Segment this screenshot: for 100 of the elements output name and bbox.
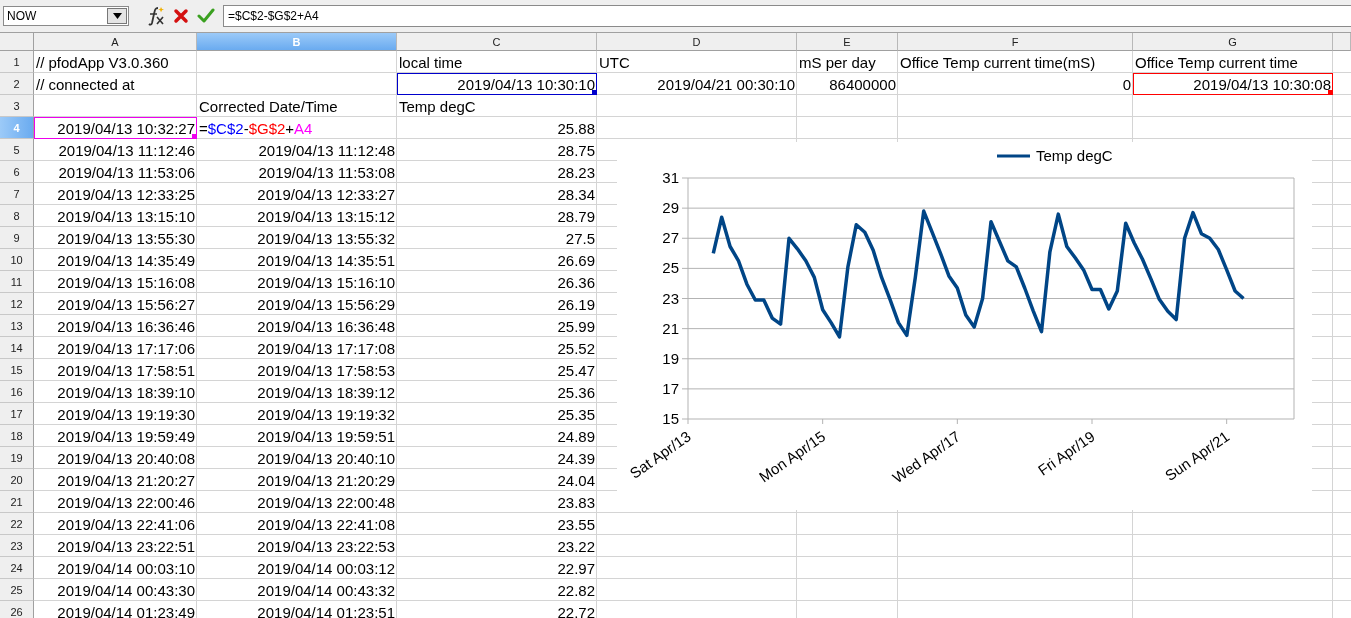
row-header[interactable]: 8 bbox=[0, 205, 34, 227]
table-cell[interactable]: 2019/04/13 19:59:51 bbox=[197, 425, 397, 447]
table-cell[interactable]: 2019/04/13 21:20:29 bbox=[197, 469, 397, 491]
table-cell[interactable]: 2019/04/14 00:43:32 bbox=[197, 579, 397, 601]
table-cell[interactable]: 2019/04/13 17:58:53 bbox=[197, 359, 397, 381]
row-header[interactable]: 2 bbox=[0, 73, 34, 95]
table-cell[interactable]: 26.19 bbox=[397, 293, 597, 315]
table-cell[interactable]: 2019/04/13 18:39:10 bbox=[34, 381, 197, 403]
table-cell[interactable]: Temp degC bbox=[397, 95, 597, 117]
table-cell[interactable]: 2019/04/14 01:23:51 bbox=[197, 601, 397, 618]
table-cell[interactable]: 2019/04/13 16:36:46 bbox=[34, 315, 197, 337]
table-cell[interactable]: 0 bbox=[898, 73, 1133, 95]
table-cell[interactable]: 25.99 bbox=[397, 315, 597, 337]
table-cell[interactable]: 2019/04/13 16:36:48 bbox=[197, 315, 397, 337]
table-cell[interactable]: 2019/04/13 23:22:53 bbox=[197, 535, 397, 557]
row-header[interactable]: 26 bbox=[0, 601, 34, 618]
table-cell[interactable]: mS per day bbox=[797, 51, 898, 73]
table-cell[interactable]: 2019/04/13 15:56:29 bbox=[197, 293, 397, 315]
table-cell[interactable]: 2019/04/14 00:03:10 bbox=[34, 557, 197, 579]
row-header[interactable]: 3 bbox=[0, 95, 34, 117]
table-cell[interactable]: 2019/04/13 18:39:12 bbox=[197, 381, 397, 403]
table-cell[interactable]: 2019/04/13 12:33:27 bbox=[197, 183, 397, 205]
table-cell[interactable]: 25.36 bbox=[397, 381, 597, 403]
row-header[interactable]: 5 bbox=[0, 139, 34, 161]
table-cell[interactable]: 25.88 bbox=[397, 117, 597, 139]
table-cell[interactable]: 2019/04/13 14:35:51 bbox=[197, 249, 397, 271]
column-header[interactable]: F bbox=[898, 33, 1133, 51]
table-cell[interactable]: 2019/04/13 11:53:08 bbox=[197, 161, 397, 183]
row-header[interactable]: 9 bbox=[0, 227, 34, 249]
table-cell[interactable]: 22.72 bbox=[397, 601, 597, 618]
row-header[interactable]: 25 bbox=[0, 579, 34, 601]
formula-cell[interactable]: =$C$2-$G$2+A4 bbox=[197, 117, 397, 139]
table-cell[interactable]: 2019/04/13 22:41:06 bbox=[34, 513, 197, 535]
table-cell[interactable]: 2019/04/14 01:23:49 bbox=[34, 601, 197, 618]
table-cell[interactable]: 2019/04/13 13:55:32 bbox=[197, 227, 397, 249]
row-header[interactable]: 7 bbox=[0, 183, 34, 205]
table-cell[interactable]: Office Temp current time bbox=[1133, 51, 1333, 73]
table-cell[interactable]: 28.34 bbox=[397, 183, 597, 205]
dropdown-button[interactable] bbox=[107, 8, 127, 24]
table-cell[interactable]: 2019/04/13 22:00:48 bbox=[197, 491, 397, 513]
accept-icon[interactable] bbox=[197, 8, 215, 24]
table-cell[interactable]: 2019/04/13 17:17:06 bbox=[34, 337, 197, 359]
name-box[interactable]: NOW bbox=[3, 6, 129, 26]
column-header[interactable]: C bbox=[397, 33, 597, 51]
table-cell[interactable]: 2019/04/13 15:16:10 bbox=[197, 271, 397, 293]
table-cell[interactable]: 25.52 bbox=[397, 337, 597, 359]
column-header[interactable]: A bbox=[34, 33, 197, 51]
formula-field[interactable]: =$C$2-$G$2+A4 bbox=[223, 5, 1351, 27]
row-header[interactable]: 23 bbox=[0, 535, 34, 557]
table-cell[interactable]: 28.79 bbox=[397, 205, 597, 227]
table-cell[interactable]: 2019/04/13 13:15:10 bbox=[34, 205, 197, 227]
row-header[interactable]: 22 bbox=[0, 513, 34, 535]
row-header[interactable]: 10 bbox=[0, 249, 34, 271]
table-cell[interactable]: 2019/04/13 15:16:08 bbox=[34, 271, 197, 293]
table-cell[interactable]: 28.75 bbox=[397, 139, 597, 161]
row-header[interactable]: 12 bbox=[0, 293, 34, 315]
table-cell[interactable]: 2019/04/14 00:43:30 bbox=[34, 579, 197, 601]
table-cell[interactable]: 2019/04/13 13:15:12 bbox=[197, 205, 397, 227]
table-cell[interactable]: 2019/04/13 22:41:08 bbox=[197, 513, 397, 535]
table-cell[interactable]: 2019/04/13 20:40:08 bbox=[34, 447, 197, 469]
table-cell[interactable]: 24.04 bbox=[397, 469, 597, 491]
table-cell[interactable]: 2019/04/14 00:03:12 bbox=[197, 557, 397, 579]
table-cell[interactable]: Office Temp current time(mS) bbox=[898, 51, 1133, 73]
table-cell[interactable]: 2019/04/13 19:59:49 bbox=[34, 425, 197, 447]
table-cell[interactable]: 2019/04/13 12:33:25 bbox=[34, 183, 197, 205]
table-cell[interactable]: // connected at bbox=[34, 73, 197, 95]
table-cell[interactable]: 23.55 bbox=[397, 513, 597, 535]
table-cell[interactable]: local time bbox=[397, 51, 597, 73]
row-header[interactable]: 20 bbox=[0, 469, 34, 491]
table-cell[interactable]: 2019/04/13 11:53:06 bbox=[34, 161, 197, 183]
table-cell[interactable]: 26.36 bbox=[397, 271, 597, 293]
table-cell[interactable]: 2019/04/13 11:12:46 bbox=[34, 139, 197, 161]
row-header[interactable]: 6 bbox=[0, 161, 34, 183]
table-cell[interactable]: 25.35 bbox=[397, 403, 597, 425]
table-cell[interactable]: 2019/04/13 10:30:10 bbox=[397, 73, 597, 95]
table-cell[interactable]: 2019/04/13 19:19:30 bbox=[34, 403, 197, 425]
table-cell[interactable]: 2019/04/21 00:30:10 bbox=[597, 73, 797, 95]
cancel-icon[interactable] bbox=[173, 8, 189, 24]
table-cell[interactable]: 2019/04/13 10:32:27 bbox=[34, 117, 197, 139]
column-header[interactable]: D bbox=[597, 33, 797, 51]
table-cell[interactable]: 2019/04/13 19:19:32 bbox=[197, 403, 397, 425]
table-cell[interactable]: 2019/04/13 17:17:08 bbox=[197, 337, 397, 359]
column-header[interactable]: E bbox=[797, 33, 898, 51]
row-header[interactable]: 19 bbox=[0, 447, 34, 469]
table-cell[interactable]: 2019/04/13 21:20:27 bbox=[34, 469, 197, 491]
row-header[interactable]: 17 bbox=[0, 403, 34, 425]
table-cell[interactable]: 2019/04/13 13:55:30 bbox=[34, 227, 197, 249]
row-header[interactable]: 16 bbox=[0, 381, 34, 403]
table-cell[interactable]: 26.69 bbox=[397, 249, 597, 271]
table-cell[interactable]: 25.47 bbox=[397, 359, 597, 381]
row-header[interactable]: 1 bbox=[0, 51, 34, 73]
table-cell[interactable]: 23.22 bbox=[397, 535, 597, 557]
column-header[interactable]: G bbox=[1133, 33, 1333, 51]
table-cell[interactable]: 86400000 bbox=[797, 73, 898, 95]
table-cell[interactable]: 2019/04/13 14:35:49 bbox=[34, 249, 197, 271]
table-cell[interactable]: 2019/04/13 10:30:08 bbox=[1133, 73, 1333, 95]
table-cell[interactable]: 2019/04/13 20:40:10 bbox=[197, 447, 397, 469]
table-cell[interactable]: UTC bbox=[597, 51, 797, 73]
table-cell[interactable]: 2019/04/13 23:22:51 bbox=[34, 535, 197, 557]
table-cell[interactable]: 24.39 bbox=[397, 447, 597, 469]
